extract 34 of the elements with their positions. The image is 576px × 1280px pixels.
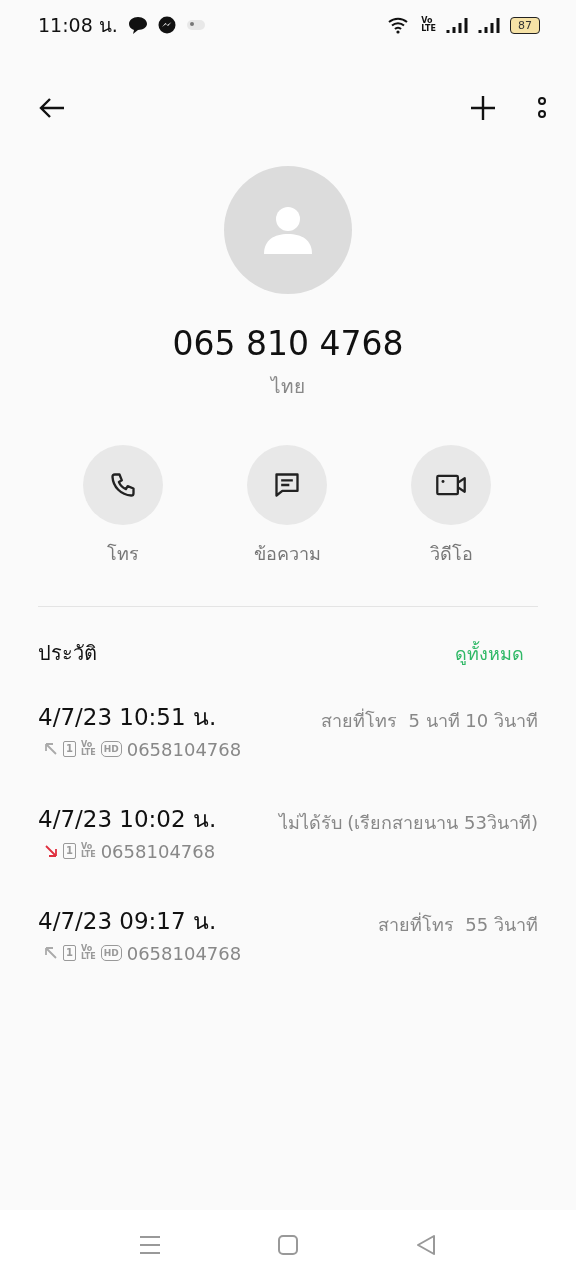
history-title: ประวัติ bbox=[38, 640, 97, 667]
message-icon bbox=[273, 471, 301, 499]
call-time: 4/7/23 10:02 น. bbox=[38, 804, 217, 834]
signal-icon bbox=[446, 17, 468, 33]
phone-number: 065 810 4768 bbox=[171, 324, 405, 363]
call-number: 0658104768 bbox=[126, 942, 242, 964]
sim-indicator: 1 bbox=[63, 741, 76, 757]
chat-bubble-icon bbox=[127, 15, 148, 35]
messenger-icon bbox=[157, 16, 176, 34]
volte-indicator: Vo LTE bbox=[421, 17, 436, 33]
view-all-link[interactable]: ดูทั้งหมด bbox=[455, 638, 524, 668]
hd-indicator: HD bbox=[100, 741, 122, 757]
signal-icon bbox=[478, 17, 500, 33]
call-detail: สายที่โทร 5 นาที 10 วินาที bbox=[321, 707, 538, 733]
volte-indicator: Vo LTE bbox=[80, 945, 96, 961]
sim-indicator: 1 bbox=[63, 945, 76, 961]
location-label: ไทย bbox=[269, 374, 306, 399]
phone-icon bbox=[109, 471, 137, 499]
call-time: 4/7/23 10:51 น. bbox=[38, 702, 218, 732]
call-time: 4/7/23 09:17 น. bbox=[38, 906, 218, 936]
hd-indicator: HD bbox=[100, 945, 122, 961]
call-detail: ไม่ได้รับ (เรียกสายนาน 53วินาที) bbox=[278, 810, 538, 835]
call-number: 0658104768 bbox=[100, 840, 216, 862]
status-time: 11:08 น. bbox=[38, 13, 118, 38]
call-number: 0658104768 bbox=[126, 738, 242, 760]
call-detail: สายที่โทร 55 วินาที bbox=[377, 911, 538, 937]
battery-indicator: 87 bbox=[510, 16, 540, 34]
missed-arrow-icon bbox=[44, 844, 58, 858]
outgoing-arrow-icon bbox=[44, 742, 58, 756]
sim-indicator: 1 bbox=[63, 843, 76, 859]
more-icon bbox=[536, 95, 548, 121]
volte-indicator: Vo LTE bbox=[80, 741, 96, 757]
volte-indicator: Vo LTE bbox=[80, 843, 96, 859]
outgoing-arrow-icon bbox=[44, 946, 58, 960]
